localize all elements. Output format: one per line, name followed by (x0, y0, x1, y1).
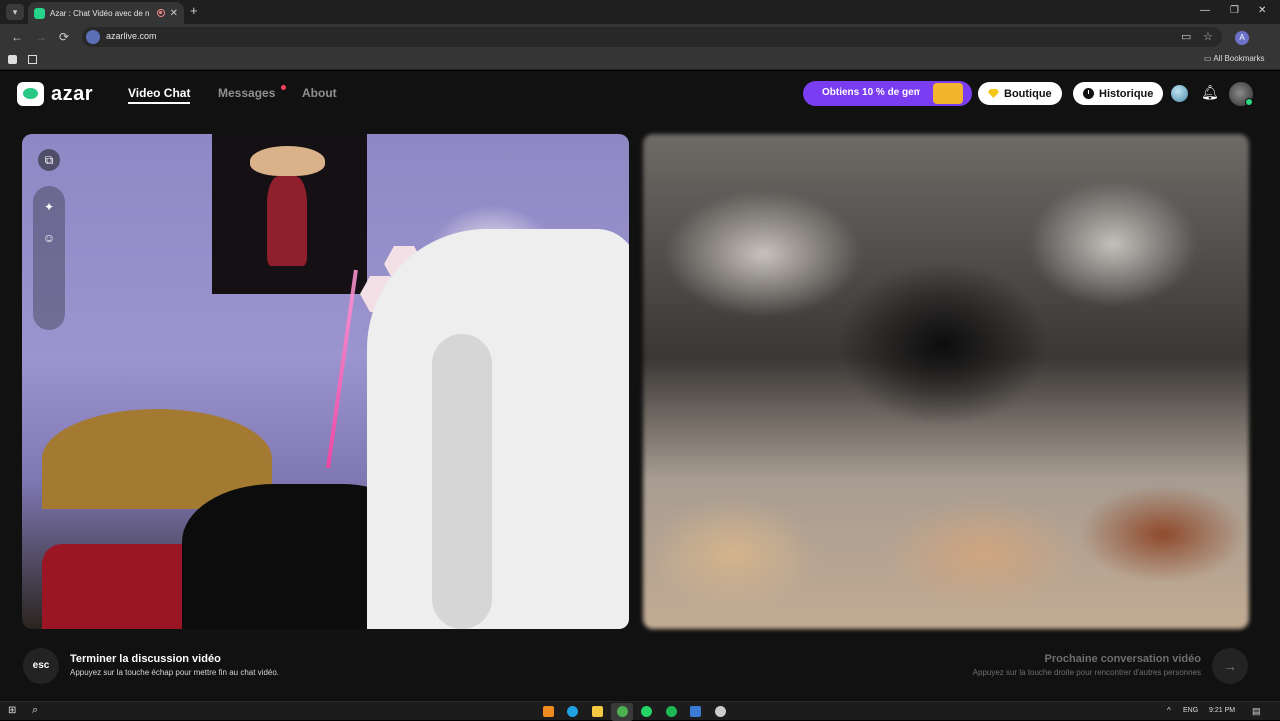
logo-text[interactable]: azar (51, 83, 93, 106)
next-chat-subtitle: Appuyez sur la touche droite pour rencon… (972, 668, 1201, 677)
next-chat-arrow-button[interactable]: → (1212, 648, 1248, 684)
cast-icon[interactable]: ▭ (1181, 30, 1191, 43)
promo-text: Obtiens 10 % de gems (822, 87, 920, 98)
address-bar-row: ← → ⟳ azarlive.com ▭ ☆ (0, 24, 1280, 50)
poster-figure (267, 176, 307, 266)
tab-menu-icon[interactable]: ▾ (6, 4, 24, 20)
url-field[interactable]: azarlive.com (82, 27, 1222, 47)
close-window-button[interactable]: ✕ (1258, 5, 1266, 16)
spotify-icon[interactable] (666, 706, 677, 717)
all-bookmarks-link[interactable]: ▭ All Bookmarks (1204, 54, 1264, 63)
screen-recorder-icon[interactable] (690, 706, 701, 717)
apps-grid-icon[interactable] (28, 55, 37, 64)
expand-icon[interactable]: ⧉ (38, 149, 60, 171)
end-chat-title: Terminer la discussion vidéo (70, 653, 221, 665)
chrome-icon[interactable] (617, 706, 628, 717)
edge-icon[interactable] (567, 706, 578, 717)
local-video-feed (22, 134, 629, 629)
minimize-button[interactable]: — (1200, 5, 1210, 16)
poster-hat (250, 146, 325, 176)
end-chat-esc-button[interactable]: esc (23, 648, 59, 684)
next-chat-title: Prochaine conversation vidéo (1044, 653, 1202, 665)
online-status-badge (1245, 98, 1253, 106)
magic-wand-icon[interactable]: ✦ (38, 196, 60, 218)
promo-banner[interactable]: Obtiens 10 % de gems (803, 81, 972, 106)
shirt-shadow (432, 334, 492, 629)
historique-button[interactable]: Historique (1073, 82, 1164, 105)
browser-tab[interactable]: Azar : Chat Vidéo avec de n ✕ (28, 2, 184, 24)
file-explorer-icon[interactable] (592, 706, 603, 717)
gift-box-icon (933, 83, 963, 104)
end-chat-subtitle: Appuyez sur la touche échap pour mettre … (70, 668, 280, 677)
taskbar-clock[interactable]: 9:21 PM (1209, 707, 1235, 714)
tray-overflow-icon[interactable]: ^ (1167, 706, 1171, 715)
notification-center-icon[interactable]: ▤ (1252, 706, 1261, 717)
nav-about[interactable]: About (302, 86, 337, 100)
whatsapp-icon[interactable] (641, 706, 652, 717)
windows-taskbar: ⊞ ⌕ ^ ENG 9:21 PM ▤ (0, 701, 1280, 721)
bookmark-page-icon[interactable] (8, 55, 17, 64)
new-tab-button[interactable]: + (190, 3, 198, 18)
boutique-button[interactable]: Boutique (978, 82, 1062, 105)
gem-icon (988, 89, 999, 98)
search-icon[interactable]: ⌕ (32, 704, 38, 717)
nav-messages[interactable]: Messages (218, 86, 275, 100)
tab-close-icon[interactable]: ✕ (170, 8, 178, 19)
coin-icon[interactable] (1171, 85, 1188, 102)
reload-icon[interactable]: ⟳ (59, 30, 69, 44)
azar-app: azar Video Chat Messages About Obtiens 1… (0, 71, 1280, 701)
forward-icon[interactable]: → (35, 30, 47, 44)
url-text: azarlive.com (106, 31, 157, 41)
all-bookmarks-label: All Bookmarks (1213, 54, 1265, 63)
back-icon[interactable]: ← (11, 30, 23, 44)
wall-poster (212, 134, 367, 294)
browser-tab-bar: ▾ Azar : Chat Vidéo avec de n ✕ + — ❐ ✕ (0, 0, 1280, 24)
maximize-button[interactable]: ❐ (1230, 5, 1239, 16)
bookmarks-bar: ▭ All Bookmarks (0, 50, 1280, 70)
site-info-icon[interactable] (86, 30, 100, 44)
historique-label: Historique (1099, 87, 1154, 100)
tab-title: Azar : Chat Vidéo avec de n (50, 8, 150, 18)
led-strip (326, 269, 358, 469)
azar-logo-icon[interactable] (17, 82, 44, 106)
face-filter-icon[interactable]: ☺ (38, 227, 60, 249)
recording-icon (156, 9, 165, 17)
clock-icon (1083, 88, 1094, 99)
folder-icon: ▭ (1204, 54, 1214, 63)
start-icon[interactable]: ⊞ (8, 705, 16, 716)
nav-video-chat[interactable]: Video Chat (128, 86, 191, 104)
messages-notification-dot (281, 85, 286, 90)
vlc-icon[interactable] (543, 706, 554, 717)
remote-video-feed-blurred (643, 134, 1249, 629)
bell-icon[interactable]: 🔔︎ (1201, 84, 1219, 101)
boutique-label: Boutique (1004, 87, 1052, 100)
language-indicator[interactable]: ENG (1183, 707, 1198, 714)
favicon (34, 7, 45, 19)
star-icon[interactable]: ☆ (1203, 30, 1213, 43)
person-white-shirt (367, 229, 629, 629)
profile-avatar[interactable]: A (1235, 31, 1249, 45)
clock-app-icon[interactable] (715, 706, 726, 717)
